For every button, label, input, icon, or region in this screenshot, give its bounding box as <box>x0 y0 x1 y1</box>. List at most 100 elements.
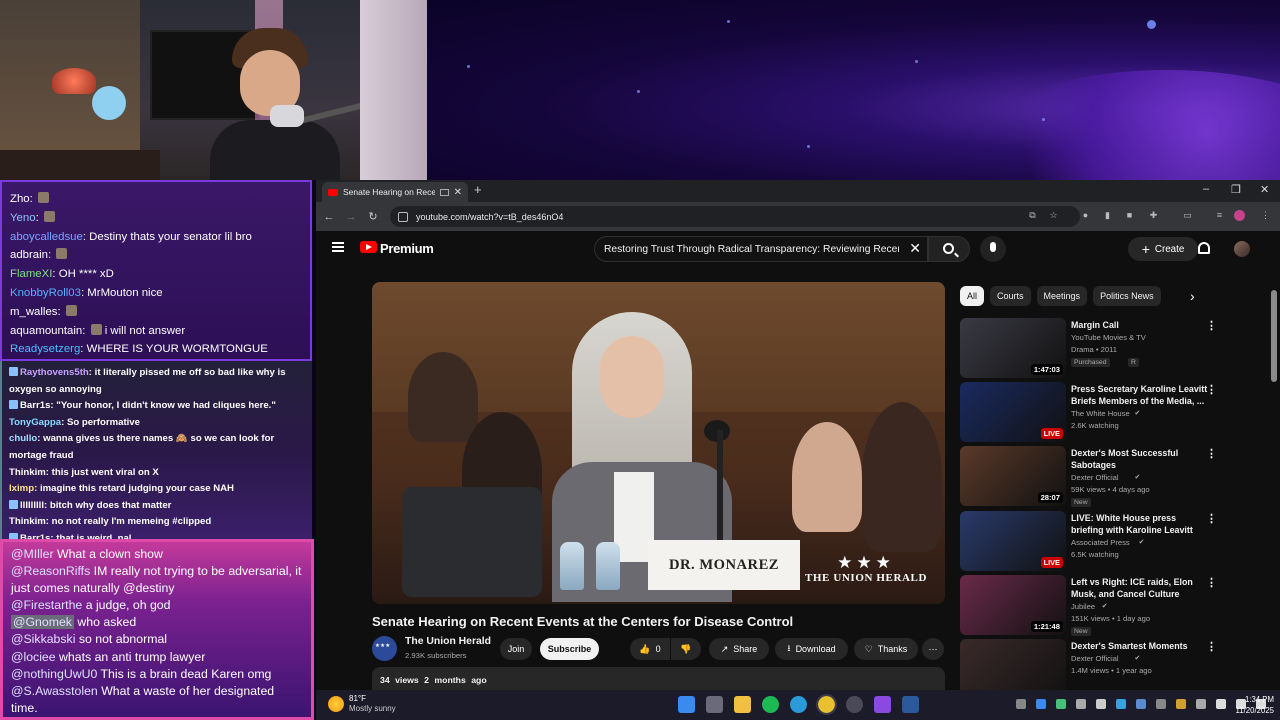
dislike-button[interactable]: 👎 <box>671 638 701 660</box>
close-window-button[interactable]: ✕ <box>1260 183 1269 196</box>
recommendation-title[interactable]: Dexter's Smartest Moments <box>1071 640 1211 652</box>
tray-app-icon[interactable] <box>1156 699 1166 709</box>
recommendation-item[interactable]: 28:07 Dexter's Most Successful Sabotages D… <box>960 446 1217 510</box>
media-icon[interactable]: ≡ <box>1214 210 1225 221</box>
account-avatar[interactable] <box>1234 241 1250 257</box>
obs-icon[interactable] <box>846 696 863 713</box>
tray-arrow-icon[interactable] <box>1016 699 1026 709</box>
hamburger-menu-icon[interactable] <box>332 242 344 252</box>
notifications-bell-icon[interactable] <box>1198 242 1210 254</box>
chat-username[interactable]: @ReasonRiffs <box>11 564 90 578</box>
edge-icon[interactable] <box>790 696 807 713</box>
start-icon[interactable] <box>678 696 695 713</box>
display-icon[interactable] <box>1216 699 1226 709</box>
recommendation-title[interactable]: Dexter's Most Successful Sabotages <box>1071 447 1211 471</box>
channel-avatar[interactable] <box>372 636 397 661</box>
video-thumbnail[interactable]: 1:21:48 <box>960 574 1066 635</box>
youtube-logo-icon[interactable] <box>360 241 377 253</box>
search-input[interactable]: Restoring Trust Through Radical Transpar… <box>594 236 928 262</box>
chat-username[interactable]: @Firestarthe <box>11 598 82 612</box>
chat-username[interactable]: chullo <box>9 433 37 444</box>
weather-widget[interactable]: 81°F Mostly sunny <box>328 694 396 714</box>
more-options-icon[interactable]: ⋮ <box>1206 513 1217 525</box>
video-thumbnail[interactable]: LIVE <box>960 510 1066 571</box>
extension-icon[interactable]: ■ <box>1124 210 1135 221</box>
file-explorer-icon[interactable] <box>734 696 751 713</box>
recommendation-item[interactable]: 1:47:03 Margin Call YouTube Movies & TV Dra… <box>960 318 1217 382</box>
minimize-button[interactable]: – <box>1203 183 1209 195</box>
recommendation-title[interactable]: LIVE: White House press briefing with Ka… <box>1071 512 1211 536</box>
twitch-icon[interactable] <box>874 696 891 713</box>
recommendation-item[interactable]: LIVE LIVE: White House press briefing wit… <box>960 510 1217 575</box>
chat-username[interactable]: @lociee <box>11 650 56 664</box>
chat-username[interactable]: aquamountain <box>10 325 82 337</box>
recommendation-title[interactable]: Left vs Right: ICE raids, Elon Musk, and… <box>1071 576 1211 600</box>
more-options-icon[interactable]: ⋮ <box>1206 448 1217 460</box>
reload-icon[interactable]: ↻ <box>362 210 384 223</box>
forward-arrow-icon[interactable]: → <box>340 211 362 223</box>
youtube-brand[interactable]: Premium <box>380 241 434 256</box>
chat-username[interactable]: @nothingUwU0 <box>11 667 97 681</box>
maximize-button[interactable]: ❐ <box>1231 183 1241 196</box>
profile-avatar[interactable] <box>1234 210 1245 221</box>
more-actions-button[interactable]: ⋯ <box>922 638 944 660</box>
chat-username[interactable]: adbrain <box>10 249 48 261</box>
tray-app-icon[interactable] <box>1176 699 1186 709</box>
video-thumbnail[interactable]: 1:47:03 <box>960 318 1066 378</box>
sidebar-icon[interactable]: ▭ <box>1182 210 1193 221</box>
steam-icon[interactable] <box>902 696 919 713</box>
chat-username[interactable]: lllllllll <box>20 500 44 511</box>
clock[interactable]: 1:34 PM 11/20/2025 <box>1228 694 1274 716</box>
tray-app-icon[interactable] <box>1036 699 1046 709</box>
back-arrow-icon[interactable]: ← <box>318 211 340 223</box>
bookmark-star-icon[interactable]: ☆ <box>1048 210 1059 221</box>
thanks-button[interactable]: ♡ Thanks <box>854 638 918 660</box>
chat-username[interactable]: lximp <box>9 483 34 494</box>
voice-search-icon[interactable] <box>980 236 1006 262</box>
join-button[interactable]: Join <box>500 638 532 660</box>
subscribe-button[interactable]: Subscribe <box>540 638 599 660</box>
recommendation-channel[interactable]: The White House <box>1071 409 1130 418</box>
extension-icon[interactable]: ▮ <box>1102 210 1113 221</box>
puzzle-icon[interactable]: ✚ <box>1148 210 1159 221</box>
create-button[interactable]: + Create <box>1128 237 1198 261</box>
recommendation-title[interactable]: Margin Call <box>1071 319 1211 331</box>
channel-name[interactable]: The Union Herald <box>405 636 491 647</box>
chat-username[interactable]: Thinkim <box>9 467 46 478</box>
install-icon[interactable]: ⧉ <box>1027 210 1038 221</box>
chat-username[interactable]: @S.Awasstolen <box>11 684 98 698</box>
page-scrollbar[interactable] <box>1271 290 1277 382</box>
menu-dots-icon[interactable]: ⋮ <box>1260 210 1271 221</box>
clear-search-icon[interactable]: ✕ <box>909 240 921 257</box>
chat-username[interactable]: aboycalledsue <box>10 231 83 243</box>
chevron-right-icon[interactable]: › <box>1190 288 1195 304</box>
extension-icon[interactable]: ● <box>1080 210 1091 221</box>
tray-app-icon[interactable] <box>1136 699 1146 709</box>
tab-close-icon[interactable]: ✕ <box>454 187 462 198</box>
like-button[interactable]: 👍 0 <box>630 638 670 660</box>
tray-app-icon[interactable] <box>1076 699 1086 709</box>
video-player[interactable]: DR. MONAREZ ★★★ THE UNION HERALD <box>372 282 945 604</box>
recommendation-channel[interactable]: Dexter Official <box>1071 473 1119 482</box>
omnibox[interactable]: youtube.com/watch?v=tB_des46nO4 <box>390 206 1080 227</box>
chat-username[interactable]: Yeno <box>10 212 36 224</box>
chat-username[interactable]: Raythovens5th <box>20 367 89 378</box>
tray-app-icon[interactable] <box>1196 699 1206 709</box>
chat-username[interactable]: Thinkim <box>9 516 46 527</box>
recommendation-item[interactable]: LIVE Press Secretary Karoline Leavitt Bri… <box>960 382 1217 446</box>
new-tab-button[interactable]: + <box>474 183 482 197</box>
tray-app-icon[interactable] <box>1096 699 1106 709</box>
site-info-icon[interactable] <box>398 211 408 222</box>
download-button[interactable]: ⭳ Download <box>775 638 848 660</box>
video-thumbnail[interactable]: 28:07 <box>960 446 1066 507</box>
filter-chip[interactable]: Courts <box>990 286 1031 306</box>
chat-username[interactable]: Zho <box>10 193 30 205</box>
spotify-icon[interactable] <box>762 696 779 713</box>
more-options-icon[interactable]: ⋮ <box>1206 384 1217 396</box>
chrome-icon[interactable] <box>816 694 837 715</box>
chat-username[interactable]: Barr1s <box>20 400 50 411</box>
chat-username[interactable]: Readysetzerg <box>10 343 80 355</box>
recommendation-channel[interactable]: Jubilee <box>1071 602 1095 611</box>
recommendation-channel[interactable]: YouTube Movies & TV <box>1071 333 1146 342</box>
chat-username[interactable]: m_walles <box>10 306 57 318</box>
